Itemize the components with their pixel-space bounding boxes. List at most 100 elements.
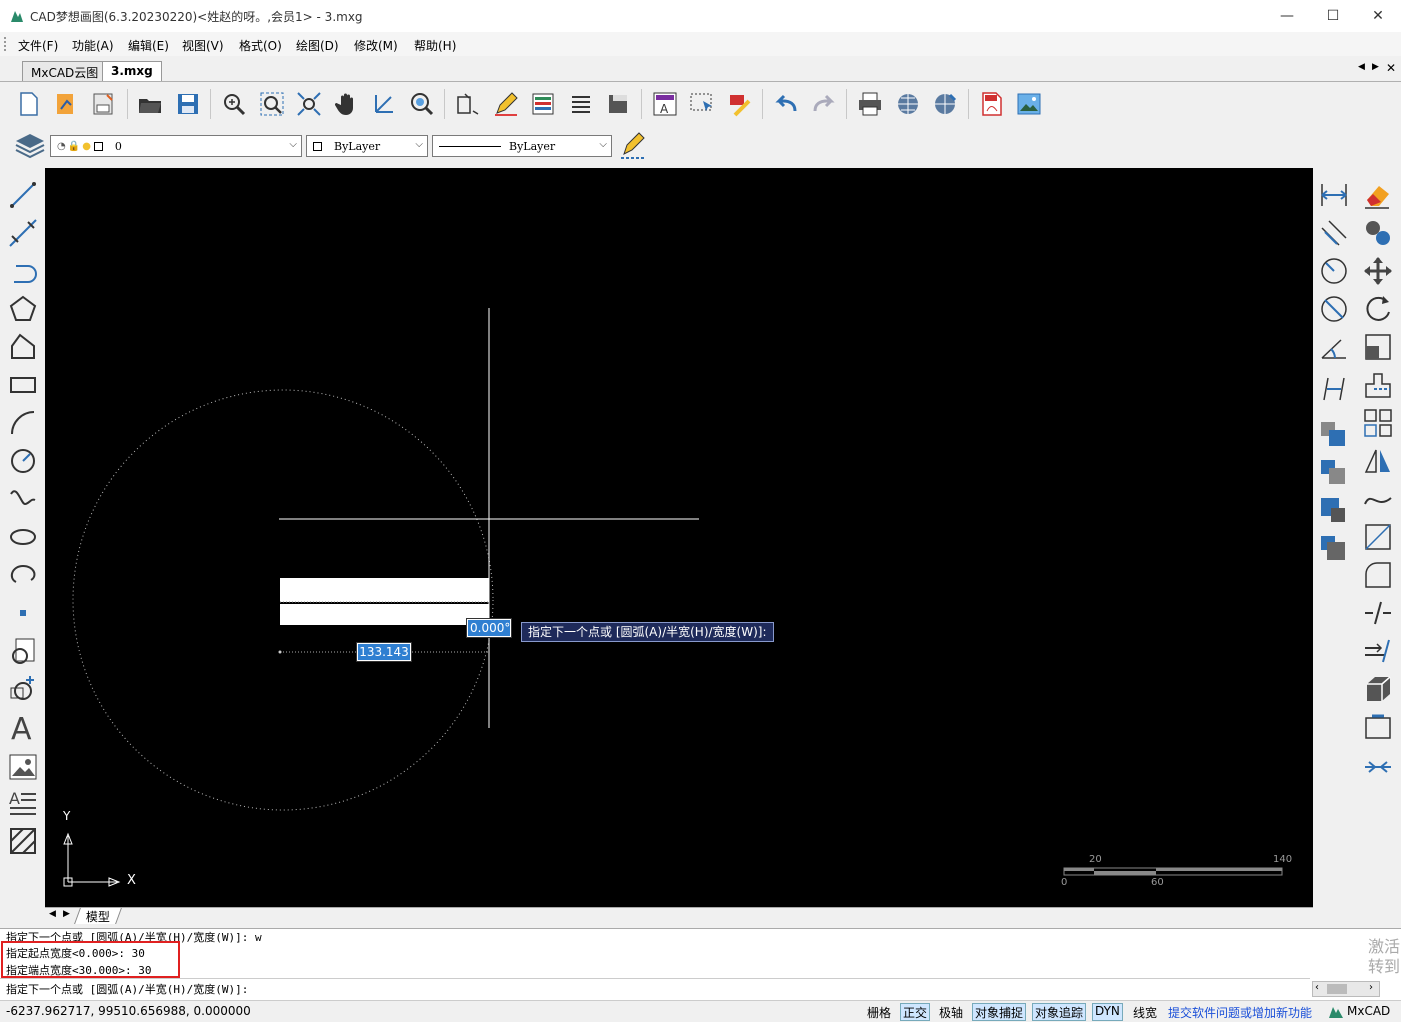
menu-help[interactable]: 帮助(H) (414, 37, 456, 54)
print-icon[interactable] (855, 89, 885, 119)
command-hscrollbar[interactable]: ‹ › (1312, 981, 1380, 997)
save-as-icon[interactable] (89, 89, 119, 119)
minimize-button[interactable]: — (1264, 0, 1310, 32)
move-icon[interactable] (1361, 254, 1395, 288)
mtext-icon[interactable]: A (6, 786, 40, 820)
spline-icon[interactable] (6, 482, 40, 516)
ellipse-arc-icon[interactable] (6, 558, 40, 592)
menu-format[interactable]: 格式(O) (239, 37, 282, 54)
chamfer-icon[interactable] (1361, 520, 1395, 554)
polygon-icon[interactable] (6, 292, 40, 326)
scroll-left-icon[interactable]: ‹ (1315, 982, 1319, 993)
erase-icon[interactable] (1361, 178, 1395, 212)
match-properties-icon[interactable] (725, 89, 755, 119)
xline-icon[interactable] (6, 216, 40, 250)
layer-pencil-icon[interactable] (618, 130, 648, 160)
stretch-icon[interactable] (1361, 368, 1395, 402)
draw-order-under-icon[interactable] (1317, 532, 1351, 566)
zoom-in-icon[interactable] (219, 89, 249, 119)
color-select[interactable]: ByLayer ⌵ (306, 135, 428, 157)
mirror-icon[interactable] (1361, 444, 1395, 478)
properties-panel-icon[interactable] (528, 89, 558, 119)
point-icon[interactable] (6, 596, 40, 630)
layout-next-icon[interactable]: ▶ (63, 909, 70, 919)
hatch-icon[interactable] (6, 824, 40, 858)
globe-publish-icon[interactable] (930, 89, 960, 119)
dim-aligned-icon[interactable] (1317, 216, 1351, 250)
fillet-icon[interactable] (1361, 558, 1395, 592)
tab-3-mxg[interactable]: 3.mxg (102, 61, 162, 81)
menu-modify[interactable]: 修改(M) (354, 37, 398, 54)
measure-icon[interactable] (453, 89, 483, 119)
3d-box-icon[interactable] (1361, 672, 1395, 706)
command-input-row[interactable]: 指定下一个点或 [圆弧(A)/半宽(H)/宽度(W)]: (0, 978, 1310, 998)
rectangle-icon[interactable] (6, 368, 40, 402)
layer-manager-icon[interactable] (14, 130, 46, 162)
dyn-length-box[interactable]: 133.143 (356, 642, 412, 662)
zoom-realtime-icon[interactable] (407, 89, 437, 119)
dim-angular-icon[interactable] (1317, 330, 1351, 364)
insert-block-icon[interactable] (6, 634, 40, 668)
offset-curve-icon[interactable] (1361, 482, 1395, 516)
tab-model[interactable]: 模型 (74, 908, 122, 924)
rotate-icon[interactable] (1361, 292, 1395, 326)
feedback-link[interactable]: 提交软件问题或增加新功能 (1168, 1004, 1312, 1021)
pdf-export-icon[interactable] (977, 89, 1007, 119)
pentagon-icon[interactable] (6, 330, 40, 364)
draw-order-above-icon[interactable] (1317, 494, 1351, 528)
text-style-icon[interactable]: A (650, 89, 680, 119)
array-icon[interactable] (1361, 406, 1395, 440)
redo-icon[interactable] (809, 89, 839, 119)
text-icon[interactable]: A (6, 710, 40, 744)
circle-icon[interactable] (6, 444, 40, 478)
toggle-grid[interactable]: 栅格 (864, 1003, 894, 1021)
tab-close-icon[interactable]: ✕ (1386, 61, 1396, 75)
scroll-right-icon[interactable]: › (1369, 982, 1373, 993)
image-insert-icon[interactable] (6, 750, 40, 784)
dim-linear-icon[interactable] (1317, 178, 1351, 212)
extend-icon[interactable] (1361, 634, 1395, 668)
select-cursor-icon[interactable] (687, 89, 717, 119)
dyn-length-input[interactable]: 133.143 (358, 644, 410, 660)
toggle-osnap[interactable]: 对象捕捉 (972, 1003, 1027, 1021)
copy-icon[interactable] (1361, 216, 1395, 250)
toggle-ortho[interactable]: 正交 (900, 1003, 931, 1021)
tab-mxcad-cloud[interactable]: MxCAD云图 (22, 61, 108, 81)
linetype-select[interactable]: ByLayer ⌵ (432, 135, 612, 157)
new-file-icon[interactable] (14, 89, 44, 119)
list-icon[interactable] (566, 89, 596, 119)
pencil-draw-icon[interactable] (491, 89, 521, 119)
menu-file[interactable]: 文件(F) (18, 37, 58, 54)
zoom-window-icon[interactable] (257, 89, 287, 119)
globe-network-icon[interactable] (893, 89, 923, 119)
command-input-prompt[interactable]: 指定下一个点或 [圆弧(A)/半宽(H)/宽度(W)]: (6, 981, 248, 997)
polyline-icon[interactable] (6, 254, 40, 288)
layout-prev-icon[interactable]: ◀ (49, 909, 56, 919)
join-icon[interactable] (1361, 750, 1395, 784)
drawing-canvas[interactable]: 0.000° 133.143 指定下一个点或 [圆弧(A)/半宽(H)/宽度(W… (45, 168, 1313, 907)
maximize-button[interactable]: ☐ (1310, 0, 1356, 32)
toggle-dyn[interactable]: DYN (1092, 1003, 1123, 1021)
ucs-axis-icon[interactable] (369, 89, 399, 119)
dim-diameter-icon[interactable] (1317, 292, 1351, 326)
tab-next-icon[interactable]: ▶ (1372, 62, 1379, 72)
draw-order-back-icon[interactable] (1317, 456, 1351, 490)
scale-icon[interactable] (1361, 330, 1395, 364)
menu-edit[interactable]: 编辑(E) (128, 37, 169, 54)
toggle-otrack[interactable]: 对象追踪 (1032, 1003, 1087, 1021)
menu-draw[interactable]: 绘图(D) (296, 37, 339, 54)
ellipse-icon[interactable] (6, 520, 40, 554)
open-template-icon[interactable] (52, 89, 82, 119)
pan-hand-icon[interactable] (332, 89, 362, 119)
scroll-thumb[interactable] (1327, 984, 1347, 994)
line-icon[interactable] (6, 178, 40, 212)
undo-icon[interactable] (771, 89, 801, 119)
dyn-angle-box[interactable]: 0.000° (466, 618, 512, 638)
arc-icon[interactable] (6, 406, 40, 440)
explode-icon[interactable] (1361, 710, 1395, 744)
open-folder-icon[interactable] (135, 89, 165, 119)
save-icon[interactable] (173, 89, 203, 119)
image-export-icon[interactable] (1014, 89, 1044, 119)
close-window-button[interactable]: ✕ (1355, 0, 1401, 32)
toggle-polar[interactable]: 极轴 (936, 1003, 966, 1021)
